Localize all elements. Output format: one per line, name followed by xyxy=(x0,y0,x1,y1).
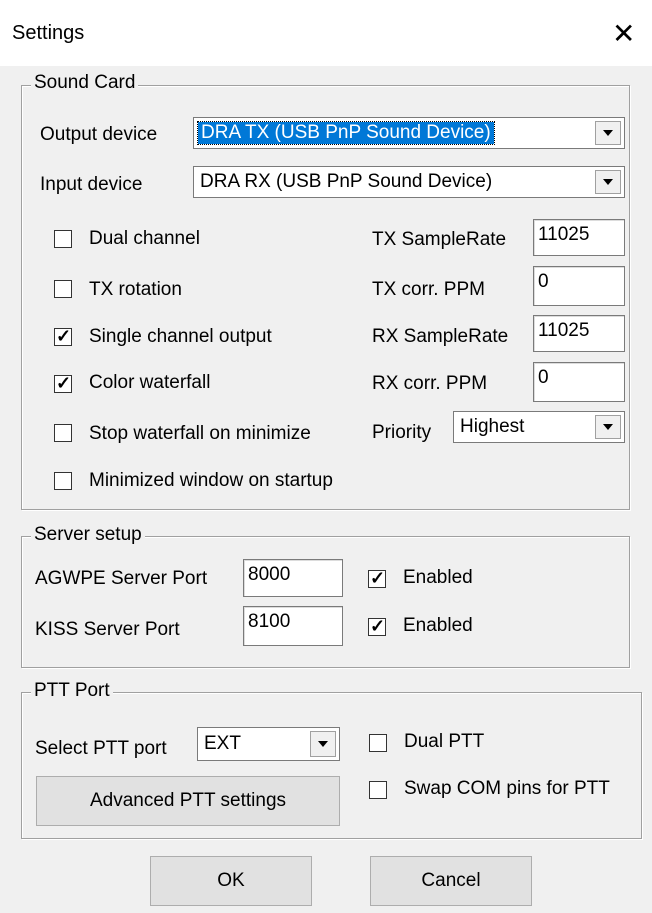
priority-label: Priority xyxy=(372,422,432,443)
tx-samplerate-label: TX SampleRate xyxy=(372,229,507,250)
ok-button[interactable]: OK xyxy=(150,856,312,906)
tx-corr-ppm-input[interactable]: 0 xyxy=(533,266,625,306)
cancel-button[interactable]: Cancel xyxy=(370,856,532,906)
agwpe-port-label: AGWPE Server Port xyxy=(35,568,208,589)
advanced-ptt-settings-label: Advanced PTT settings xyxy=(89,790,287,811)
tx-samplerate-input[interactable]: 11025 xyxy=(533,219,625,256)
agwpe-enabled-checkbox[interactable]: ✓ xyxy=(368,568,386,588)
dual-ptt-checkbox[interactable] xyxy=(369,734,387,752)
kiss-port-label: KISS Server Port xyxy=(35,619,180,640)
priority-select[interactable]: Highest xyxy=(453,411,625,443)
agwpe-port-input[interactable]: 8000 xyxy=(243,559,343,597)
checkmark-icon: ✓ xyxy=(370,616,386,636)
single-channel-output-label: Single channel output xyxy=(89,326,272,347)
tx-samplerate-value: 11025 xyxy=(538,224,590,245)
rx-samplerate-label: RX SampleRate xyxy=(372,326,509,347)
output-device-label: Output device xyxy=(40,124,158,145)
color-waterfall-label: Color waterfall xyxy=(89,372,211,393)
rx-samplerate-value: 11025 xyxy=(538,320,590,341)
server-setup-group xyxy=(21,536,630,668)
rx-corr-ppm-input[interactable]: 0 xyxy=(533,362,625,402)
input-device-label: Input device xyxy=(40,174,143,195)
output-device-value: DRA TX (USB PnP Sound Device) xyxy=(197,121,495,145)
tx-rotation-label: TX rotation xyxy=(89,279,182,300)
close-icon: ✕ xyxy=(612,18,636,49)
rx-corr-ppm-value: 0 xyxy=(538,367,549,388)
close-button[interactable]: ✕ xyxy=(612,14,652,54)
color-waterfall-checkbox[interactable]: ✓ xyxy=(54,373,72,393)
minimized-on-startup-checkbox[interactable] xyxy=(54,472,72,490)
output-device-dropdown-button[interactable] xyxy=(595,121,621,145)
ptt-port-select[interactable]: EXT xyxy=(197,727,340,761)
output-device-select[interactable]: DRA TX (USB PnP Sound Device) xyxy=(193,117,625,149)
stop-waterfall-label: Stop waterfall on minimize xyxy=(89,423,311,444)
advanced-ptt-settings-button[interactable]: Advanced PTT settings xyxy=(36,776,340,826)
chevron-down-icon xyxy=(603,130,613,136)
checkmark-icon: ✓ xyxy=(370,568,386,588)
select-ptt-port-label: Select PTT port xyxy=(35,738,167,759)
single-channel-output-checkbox[interactable]: ✓ xyxy=(54,326,72,346)
swap-com-pins-label: Swap COM pins for PTT xyxy=(404,778,610,799)
kiss-enabled-checkbox[interactable]: ✓ xyxy=(368,616,386,636)
agwpe-port-value: 8000 xyxy=(248,564,291,585)
sound-card-legend: Sound Card xyxy=(31,72,139,94)
ptt-port-legend: PTT Port xyxy=(31,680,113,702)
tx-rotation-checkbox[interactable] xyxy=(54,280,72,298)
ptt-port-value: EXT xyxy=(204,733,241,754)
kiss-port-value: 8100 xyxy=(248,611,291,632)
input-device-select[interactable]: DRA RX (USB PnP Sound Device) xyxy=(193,166,625,198)
server-setup-legend: Server setup xyxy=(31,524,145,546)
chevron-down-icon xyxy=(318,741,328,747)
rx-corr-ppm-label: RX corr. PPM xyxy=(372,373,488,394)
chevron-down-icon xyxy=(603,424,613,430)
chevron-down-icon xyxy=(603,179,613,185)
window-title: Settings xyxy=(12,22,85,44)
cancel-label: Cancel xyxy=(421,870,481,891)
priority-value: Highest xyxy=(460,416,525,437)
priority-dropdown-button[interactable] xyxy=(595,415,621,439)
checkmark-icon: ✓ xyxy=(56,373,72,393)
ptt-port-dropdown-button[interactable] xyxy=(310,731,336,757)
dual-ptt-label: Dual PTT xyxy=(404,731,485,752)
stop-waterfall-checkbox[interactable] xyxy=(54,424,72,442)
swap-com-pins-checkbox[interactable] xyxy=(369,781,387,799)
tx-corr-ppm-label: TX corr. PPM xyxy=(372,279,485,300)
dual-channel-label: Dual channel xyxy=(89,228,200,249)
ok-label: OK xyxy=(217,870,245,891)
tx-corr-ppm-value: 0 xyxy=(538,271,549,292)
kiss-port-input[interactable]: 8100 xyxy=(243,606,343,646)
input-device-value: DRA RX (USB PnP Sound Device) xyxy=(200,171,493,192)
input-device-dropdown-button[interactable] xyxy=(595,170,621,194)
rx-samplerate-input[interactable]: 11025 xyxy=(533,315,625,352)
minimized-on-startup-label: Minimized window on startup xyxy=(89,470,333,491)
checkmark-icon: ✓ xyxy=(56,326,72,346)
title-bar xyxy=(0,0,652,66)
dual-channel-checkbox[interactable] xyxy=(54,230,72,248)
agwpe-enabled-label: Enabled xyxy=(403,567,473,588)
kiss-enabled-label: Enabled xyxy=(403,615,473,636)
